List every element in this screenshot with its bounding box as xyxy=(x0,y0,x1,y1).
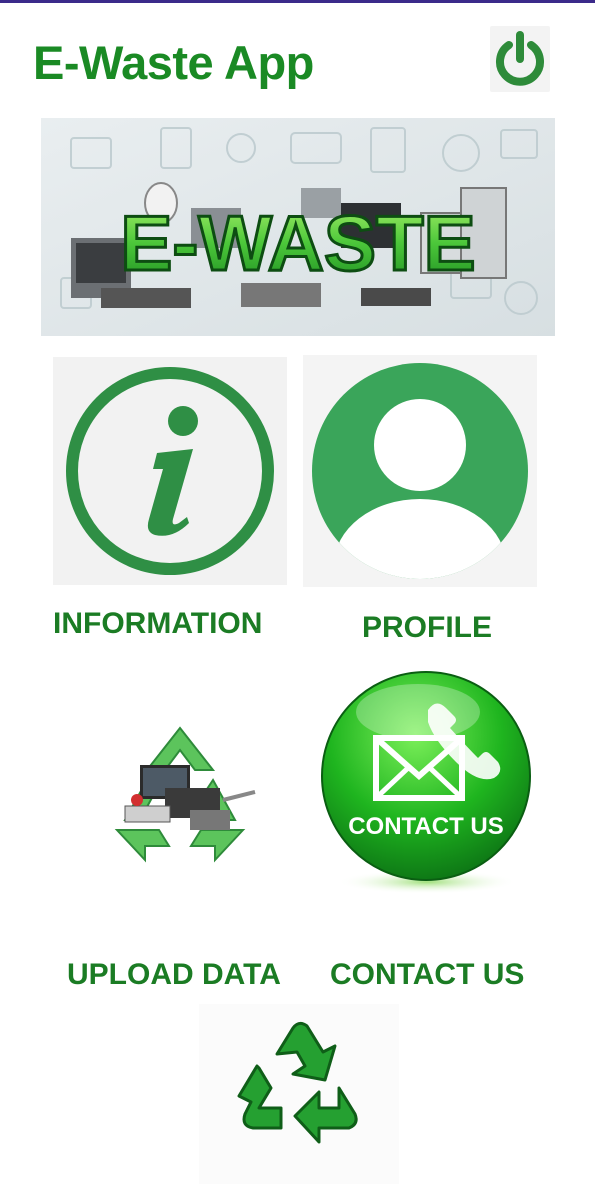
profile-label[interactable]: PROFILE xyxy=(362,610,492,646)
power-icon xyxy=(496,31,544,86)
envelope-phone-icon: CONTACT US xyxy=(321,671,531,894)
banner-text: E-WASTE xyxy=(120,199,475,287)
banner-illustration: E-WASTE xyxy=(41,118,555,336)
recycle-ewaste-icon xyxy=(114,726,256,863)
user-avatar-icon xyxy=(312,363,528,579)
power-button[interactable] xyxy=(490,26,550,92)
contact-us-tile[interactable]: CONTACT US xyxy=(318,668,536,900)
upload-data-label[interactable]: UPLOAD DATA xyxy=(67,957,281,993)
information-label[interactable]: INFORMATION xyxy=(53,606,262,642)
profile-tile[interactable] xyxy=(303,355,537,587)
info-icon xyxy=(66,367,274,575)
contact-us-label[interactable]: CONTACT US xyxy=(330,957,524,993)
status-bar-line xyxy=(0,0,595,3)
recycle-logo xyxy=(199,1004,399,1184)
recycle-icon xyxy=(237,1021,358,1144)
app-title: E-Waste App xyxy=(33,36,314,89)
contact-us-button-text: CONTACT US xyxy=(348,813,504,840)
ewaste-banner: E-WASTE xyxy=(41,118,555,336)
upload-data-tile[interactable] xyxy=(95,720,265,870)
information-tile[interactable] xyxy=(53,357,287,585)
